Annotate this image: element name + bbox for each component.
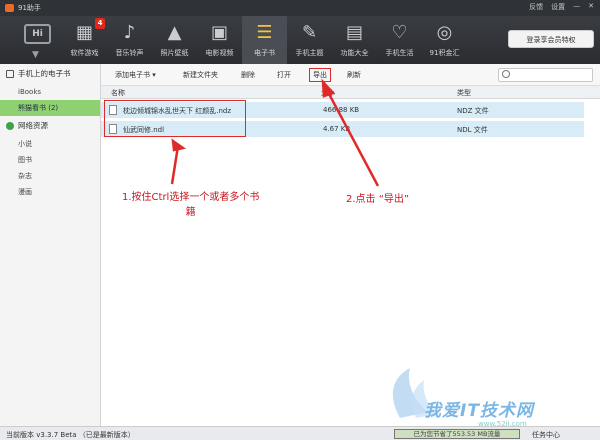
arrow-to-selection bbox=[170, 145, 180, 185]
traffic-saved-label: 已为您节省了553.53 MB流量 bbox=[394, 429, 520, 439]
status-bar: 当前版本 v3.3.7 Beta （已是最新版本） 已为您节省了553.53 M… bbox=[0, 426, 600, 440]
annotation-click-export: 2.点击 “导出” bbox=[346, 194, 410, 205]
version-label: 当前版本 v3.3.7 Beta （已是最新版本） bbox=[6, 431, 135, 439]
arrow-head-export bbox=[321, 78, 336, 98]
arrow-head-selection bbox=[171, 138, 187, 152]
annotation-select-files: 1.按住Ctrl选择一个或者多个书 籍 bbox=[122, 188, 259, 218]
annotation-line: 1.按住Ctrl选择一个或者多个书 bbox=[122, 192, 260, 203]
arrow-to-export bbox=[326, 91, 380, 187]
annotation-line: 籍 bbox=[185, 207, 196, 218]
watermark-text: 我爱IT技术网 bbox=[424, 401, 534, 421]
task-center-button[interactable]: 任务中心 bbox=[532, 430, 560, 440]
